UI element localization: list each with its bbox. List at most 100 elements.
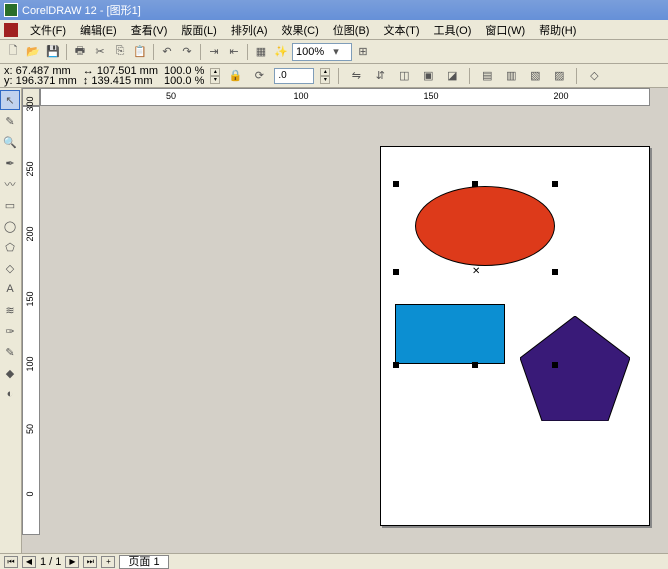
combine-icon[interactable]: ◪: [443, 67, 461, 85]
basic-shapes-icon[interactable]: ◇: [0, 258, 20, 278]
menu-file[interactable]: 文件(F): [24, 20, 72, 40]
toolbox: ↖ ✎ 🔍 ✒ 〰 ▭ ◯ ⬠ ◇ A ≋ ✑ ✎ ◆ ◐: [0, 88, 22, 553]
add-page-icon[interactable]: +: [101, 556, 115, 568]
page-tab[interactable]: 页面 1: [119, 555, 168, 569]
app-icon: [4, 3, 18, 17]
pick-tool-icon[interactable]: ↖: [0, 90, 20, 110]
menu-text[interactable]: 文本(T): [377, 20, 425, 40]
zoom-tool-icon[interactable]: 🔍: [0, 132, 20, 152]
selection-handle[interactable]: [472, 181, 478, 187]
standard-toolbar: 🗋 📂 💾 🖶 ✂ ⎘ 📋 ↶ ↷ ⇥ ⇤ ▦ ✨ 100% ▾ ⊞: [0, 40, 668, 64]
selection-handle[interactable]: [393, 269, 399, 275]
menu-window[interactable]: 窗口(W): [479, 20, 531, 40]
scale-readout: 100.0 % 100.0 %: [164, 66, 204, 86]
import-icon[interactable]: ⇥: [205, 43, 223, 61]
separator: [576, 68, 577, 84]
paste-icon[interactable]: 📋: [131, 43, 149, 61]
rotate-icon[interactable]: ⟳: [250, 67, 268, 85]
new-icon[interactable]: 🗋: [4, 43, 22, 61]
ellipse-shape[interactable]: [415, 186, 555, 266]
menu-help[interactable]: 帮助(H): [533, 20, 582, 40]
interactive-fill-icon[interactable]: ◐: [0, 384, 20, 404]
group-icon[interactable]: ▣: [419, 67, 437, 85]
menu-bitmaps[interactable]: 位图(B): [327, 20, 376, 40]
snap-icon[interactable]: ⊞: [354, 43, 372, 61]
separator: [469, 68, 470, 84]
print-icon[interactable]: 🖶: [71, 43, 89, 61]
rectangle-tool-icon[interactable]: ▭: [0, 195, 20, 215]
nav-next-icon[interactable]: ▶: [65, 556, 79, 568]
menu-effects[interactable]: 效果(C): [276, 20, 325, 40]
rectangle-shape[interactable]: [395, 304, 505, 364]
zoom-level[interactable]: 100% ▾: [292, 43, 352, 61]
menu-view[interactable]: 查看(V): [125, 20, 174, 40]
horizontal-ruler: 50 100 150 200: [40, 88, 650, 106]
main-area: ↖ ✎ 🔍 ✒ 〰 ▭ ◯ ⬠ ◇ A ≋ ✑ ✎ ◆ ◐ 50 100 150…: [0, 88, 668, 553]
to-front-icon[interactable]: ▤: [478, 67, 496, 85]
fill-tool-icon[interactable]: ◆: [0, 363, 20, 383]
text-tool-icon[interactable]: A: [0, 279, 20, 299]
polygon-tool-icon[interactable]: ⬠: [0, 237, 20, 257]
separator: [247, 44, 248, 60]
selection-handle[interactable]: [552, 362, 558, 368]
lock-ratio-icon[interactable]: 🔒: [226, 67, 244, 85]
redo-icon[interactable]: ↷: [178, 43, 196, 61]
vertical-ruler: 300 250 200 150 100 50 0: [22, 106, 40, 535]
menu-tools[interactable]: 工具(O): [428, 20, 478, 40]
backward-icon[interactable]: ▨: [550, 67, 568, 85]
page-counter: 1 / 1: [40, 556, 61, 568]
nav-first-icon[interactable]: ⏮: [4, 556, 18, 568]
selection-handle[interactable]: [472, 362, 478, 368]
menu-bar: 文件(F) 编辑(E) 查看(V) 版面(L) 排列(A) 效果(C) 位图(B…: [0, 20, 668, 40]
menu-arrange[interactable]: 排列(A): [225, 20, 274, 40]
window-title: CorelDRAW 12 - [图形1]: [22, 2, 141, 18]
nav-last-icon[interactable]: ⏭: [83, 556, 97, 568]
selection-handle[interactable]: [393, 362, 399, 368]
zoom-value: 100%: [296, 46, 324, 58]
ellipse-tool-icon[interactable]: ◯: [0, 216, 20, 236]
separator: [338, 68, 339, 84]
copy-icon[interactable]: ⎘: [111, 43, 129, 61]
blend-tool-icon[interactable]: ≋: [0, 300, 20, 320]
selection-handle[interactable]: [552, 269, 558, 275]
save-icon[interactable]: 💾: [44, 43, 62, 61]
eyedropper-tool-icon[interactable]: ✑: [0, 321, 20, 341]
shape-tool-icon[interactable]: ✎: [0, 111, 20, 131]
cut-icon[interactable]: ✂: [91, 43, 109, 61]
mirror-h-icon[interactable]: ⇋: [347, 67, 365, 85]
pentagon-shape[interactable]: [520, 316, 630, 421]
doc-icon: [4, 23, 18, 37]
workspace: 50 100 150 200 300 250 200 150 100 50 0: [22, 88, 668, 553]
menu-edit[interactable]: 编辑(E): [74, 20, 123, 40]
dropdown-icon[interactable]: ▾: [324, 45, 348, 58]
separator: [200, 44, 201, 60]
undo-icon[interactable]: ↶: [158, 43, 176, 61]
nav-prev-icon[interactable]: ◀: [22, 556, 36, 568]
welcome-icon[interactable]: ✨: [272, 43, 290, 61]
title-bar: CorelDRAW 12 - [图形1]: [0, 0, 668, 20]
property-bar: x: 67.487 mm y: 196.371 mm ↔ 107.501 mm …: [0, 64, 668, 88]
rotation-field[interactable]: .0: [274, 68, 314, 84]
menu-layout[interactable]: 版面(L): [175, 20, 222, 40]
outline-tool-icon[interactable]: ✎: [0, 342, 20, 362]
rotation-spinner[interactable]: ▴▾: [320, 68, 330, 84]
position-readout: x: 67.487 mm y: 196.371 mm: [4, 66, 77, 86]
convert-icon[interactable]: ◇: [585, 67, 603, 85]
export-icon[interactable]: ⇤: [225, 43, 243, 61]
selection-center-icon: ✕: [472, 266, 480, 277]
status-bar: ⏮ ◀ 1 / 1 ▶ ⏭ + 页面 1: [0, 553, 668, 569]
scale-spinner[interactable]: ▴▾: [210, 68, 220, 84]
size-readout: ↔ 107.501 mm ↕ 139.415 mm: [83, 66, 158, 86]
open-icon[interactable]: 📂: [24, 43, 42, 61]
selection-handle[interactable]: [552, 181, 558, 187]
mirror-v-icon[interactable]: ⇵: [371, 67, 389, 85]
selection-handle[interactable]: [393, 181, 399, 187]
freehand-tool-icon[interactable]: ✒: [0, 153, 20, 173]
canvas[interactable]: ✕: [40, 106, 650, 553]
smart-draw-icon[interactable]: 〰: [0, 174, 20, 194]
forward-icon[interactable]: ▧: [526, 67, 544, 85]
to-back-icon[interactable]: ▥: [502, 67, 520, 85]
app-launcher-icon[interactable]: ▦: [252, 43, 270, 61]
separator: [66, 44, 67, 60]
ungroup-icon[interactable]: ◫: [395, 67, 413, 85]
